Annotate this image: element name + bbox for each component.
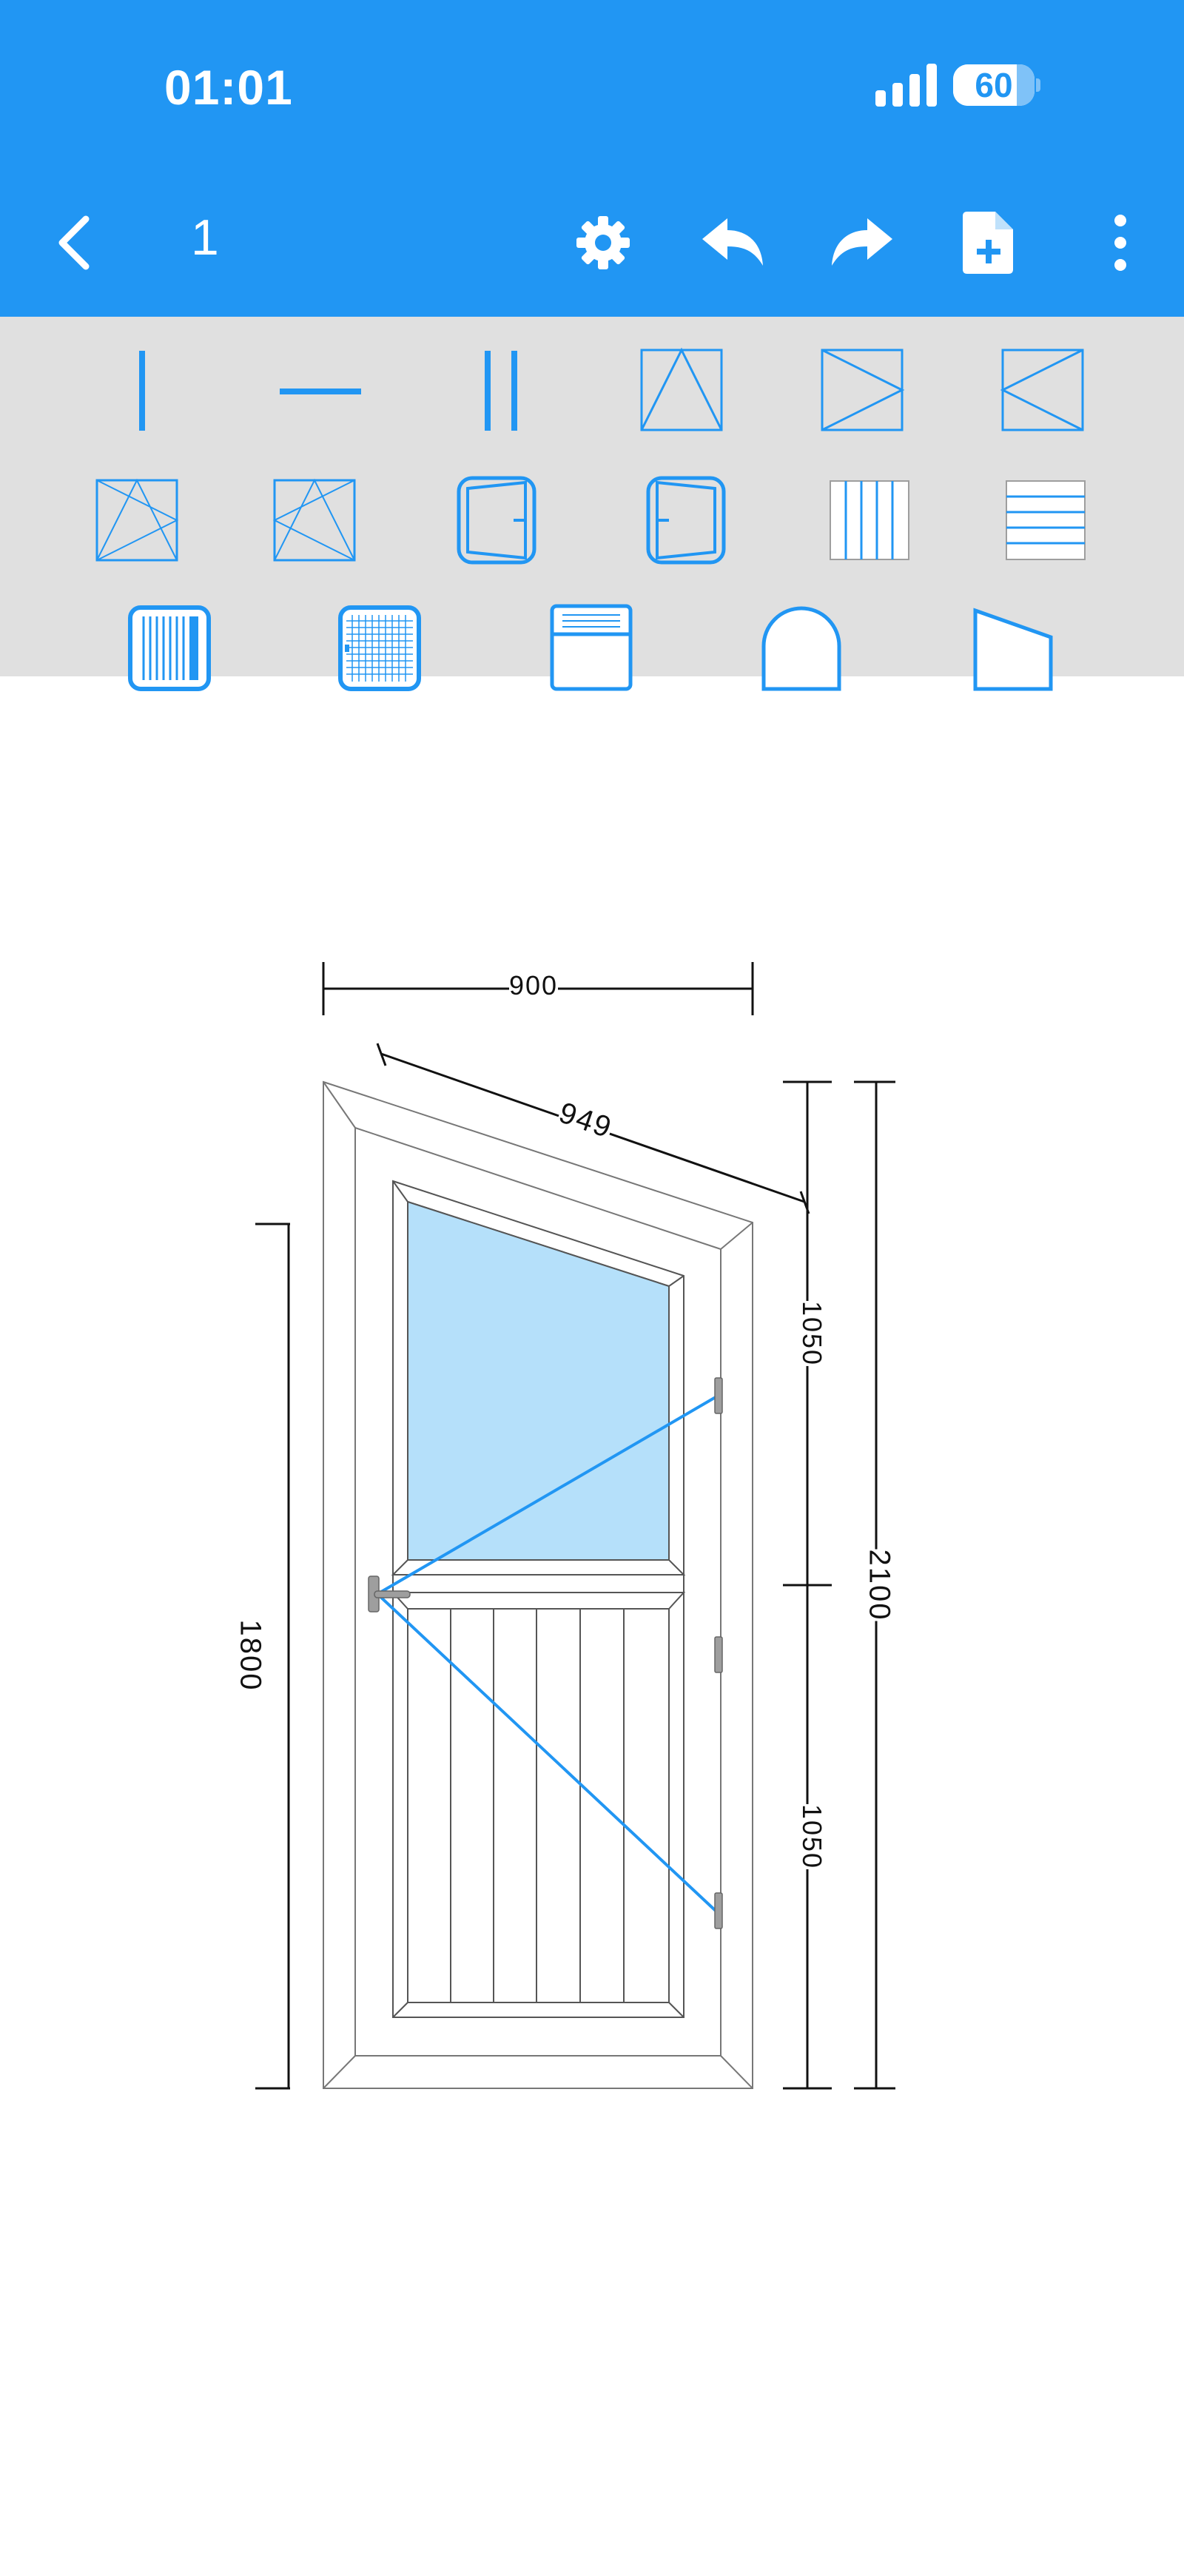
gear-icon bbox=[576, 216, 630, 269]
battery-nub bbox=[1036, 78, 1040, 92]
file-plus-icon bbox=[963, 212, 1013, 274]
total-height-dimension-label: 2100 bbox=[863, 1549, 896, 1621]
tilt-turn-sash-right-tool[interactable] bbox=[266, 472, 363, 568]
back-button[interactable] bbox=[44, 207, 104, 278]
horizontal-panels-icon bbox=[1006, 480, 1086, 560]
horizontal-transom-icon bbox=[280, 389, 361, 394]
tool-palette bbox=[0, 317, 1184, 691]
door-frame bbox=[323, 1080, 753, 2089]
section-height-dimension-line bbox=[783, 1080, 832, 2090]
vertical-mullion-tool[interactable] bbox=[93, 343, 189, 440]
width-dimension-label: 900 bbox=[509, 970, 559, 1001]
undo-button[interactable] bbox=[696, 207, 770, 278]
glass-pane bbox=[407, 1200, 670, 1561]
double-mullion-icon bbox=[485, 351, 517, 431]
vertical-mullion-icon bbox=[139, 351, 145, 431]
tilt-turn-sash-right-icon bbox=[272, 478, 356, 562]
status-time: 01:01 bbox=[164, 60, 293, 115]
door-leaf-right-tool[interactable] bbox=[448, 472, 545, 568]
document-title: 1 bbox=[191, 209, 219, 266]
new-file-button[interactable] bbox=[958, 207, 1018, 278]
vertical-panels-icon bbox=[830, 480, 909, 560]
battery-level: 60 bbox=[975, 66, 1013, 104]
chevron-left-icon bbox=[58, 215, 90, 270]
more-vertical-icon bbox=[1114, 215, 1126, 271]
upper-section-dimension-label: 1050 bbox=[797, 1300, 828, 1367]
redo-button[interactable] bbox=[825, 207, 899, 278]
lower-section-dimension-label: 1050 bbox=[797, 1803, 828, 1870]
door-leaf-left-tool[interactable] bbox=[638, 472, 734, 568]
tilt-turn-sash-left-tool[interactable] bbox=[89, 472, 185, 568]
side-hung-sash-right-icon bbox=[821, 349, 905, 431]
lower-panels bbox=[450, 1609, 625, 2002]
settings-button[interactable] bbox=[570, 207, 636, 278]
battery-icon: 60 bbox=[953, 64, 1035, 106]
tilt-turn-sash-left-icon bbox=[95, 478, 179, 562]
side-hung-sash-right-tool[interactable] bbox=[814, 343, 910, 440]
cellular-signal-icon bbox=[875, 64, 937, 107]
vertical-panels-tool[interactable] bbox=[821, 472, 918, 568]
app-header: 01:01 60 1 bbox=[0, 0, 1184, 317]
top-hung-sash-tool[interactable] bbox=[633, 343, 730, 440]
more-options-button[interactable] bbox=[1103, 207, 1138, 278]
drawing-canvas[interactable]: 900 949 1800 1050 1050 2100 bbox=[0, 676, 1184, 2572]
redo-icon bbox=[832, 218, 892, 266]
undo-icon bbox=[702, 218, 763, 266]
side-hung-sash-left-icon bbox=[1000, 349, 1084, 431]
door-leaf-right-icon bbox=[457, 476, 536, 565]
handle-height-dimension-label: 1800 bbox=[234, 1619, 267, 1692]
door-leaf-left-icon bbox=[646, 476, 726, 565]
door-drawing[interactable] bbox=[0, 676, 1184, 2572]
horizontal-transom-tool[interactable] bbox=[272, 343, 369, 440]
horizontal-panels-tool[interactable] bbox=[998, 472, 1094, 568]
double-mullion-tool[interactable] bbox=[453, 343, 549, 440]
top-hung-sash-icon bbox=[640, 347, 723, 431]
side-hung-sash-left-tool[interactable] bbox=[995, 343, 1091, 440]
